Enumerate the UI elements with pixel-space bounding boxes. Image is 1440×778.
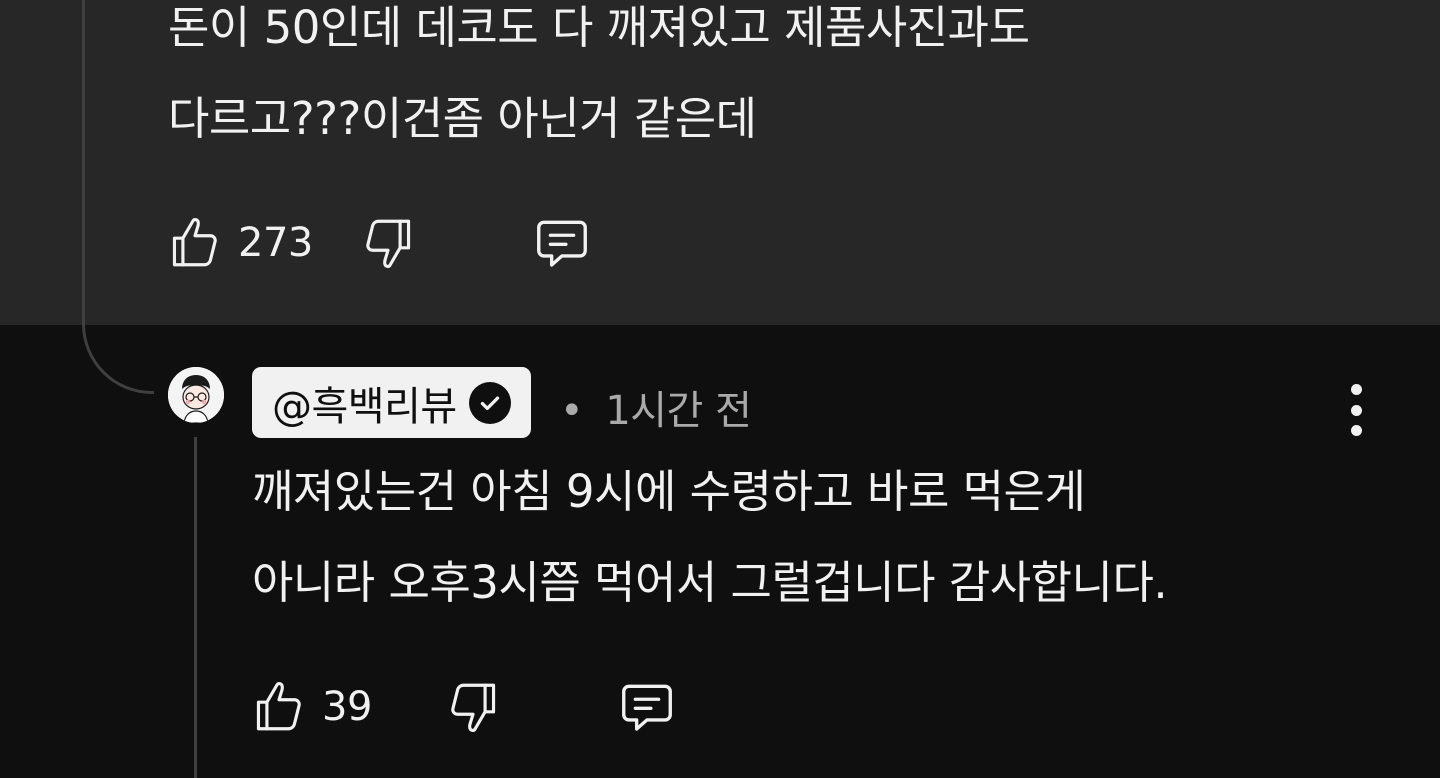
thumbs-up-icon	[256, 682, 301, 731]
parent-comment-actions: 273	[166, 212, 593, 274]
verified-check-icon	[468, 381, 511, 424]
parent-like-count: 273	[238, 220, 313, 266]
avatar-illustration-icon	[168, 367, 224, 423]
reply-reply-button[interactable]	[616, 676, 678, 738]
more-vertical-icon-dot	[1350, 425, 1362, 436]
parent-reply-button[interactable]	[531, 212, 593, 274]
parent-comment-text-line-1: 돈이 50인데 데코도 다 깨져있고 제품사진과도	[168, 1, 1030, 54]
thumbs-down-icon	[366, 219, 410, 268]
parent-comment-text-line-2: 다르고???이건좀 아닌거 같은데	[168, 92, 757, 145]
meta-separator: •	[560, 388, 584, 434]
more-options-button[interactable]	[1336, 384, 1376, 436]
more-vertical-icon-dot	[1350, 384, 1362, 395]
thumbs-up-icon	[172, 218, 217, 267]
reply-meta: • 1시간 전	[560, 378, 752, 436]
reply-text-line-2: 아니라 오후3시쯤 먹어서 그럴겁니다 감사합니다.	[252, 556, 1168, 609]
more-vertical-icon-dot	[1350, 404, 1362, 416]
parent-dislike-button[interactable]	[359, 214, 417, 272]
reply-like-count: 39	[322, 684, 372, 730]
reply-comment-icon	[621, 684, 672, 731]
author-handle: @흑백리뷰	[272, 383, 457, 430]
reply-like-button[interactable]: 39	[250, 678, 372, 736]
timestamp: 1시간 전	[605, 388, 752, 434]
parent-like-button[interactable]: 273	[166, 214, 313, 272]
reply-dislike-button[interactable]	[444, 678, 502, 736]
reply-actions: 39	[250, 676, 678, 738]
author-chip[interactable]: @흑백리뷰	[252, 367, 531, 438]
reply-text-line-1: 깨져있는건 아침 9시에 수령하고 바로 먹은게	[252, 465, 1086, 518]
avatar[interactable]	[168, 367, 224, 423]
reply-thread-line	[194, 437, 197, 778]
reply-comment-icon	[536, 220, 587, 267]
thumbs-down-icon	[451, 683, 496, 732]
thread-connector-line	[82, 0, 154, 394]
